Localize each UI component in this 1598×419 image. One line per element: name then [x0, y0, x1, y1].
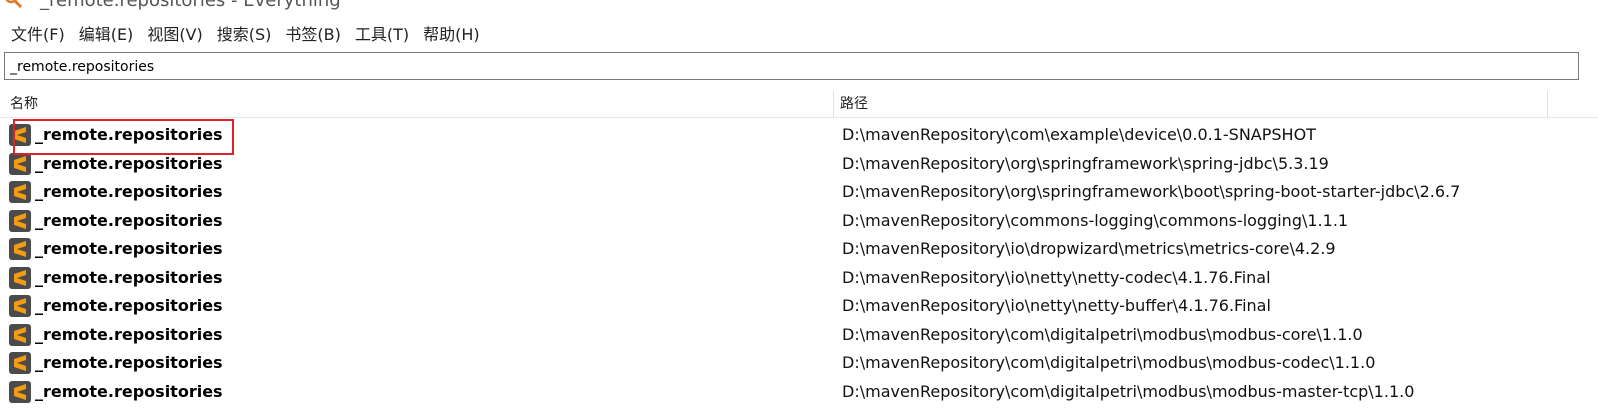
sublime-text-file-icon [9, 352, 31, 374]
result-row[interactable]: _remote.repositories D:\mavenRepository\… [0, 150, 1598, 179]
result-name: _remote.repositories [35, 210, 223, 230]
result-name: _remote.repositories [35, 182, 223, 201]
result-path: D:\mavenRepository\commons-logging\commo… [842, 210, 1349, 230]
sublime-text-file-icon [9, 152, 31, 175]
result-row[interactable]: _remote.repositories D:\mavenRepository\… [0, 378, 1598, 407]
result-path: D:\mavenRepository\org\springframework\b… [842, 182, 1461, 201]
result-name: _remote.repositories [35, 267, 223, 287]
column-header-path[interactable]: 路径 [840, 91, 868, 117]
result-name: _remote.repositories [35, 296, 223, 315]
result-name: _remote.repositories [35, 125, 223, 144]
result-path: D:\mavenRepository\io\netty\netty-buffer… [842, 296, 1271, 315]
sublime-text-file-icon [9, 266, 31, 289]
list-header: 名称 路径 [0, 91, 1598, 118]
result-row[interactable]: _remote.repositories D:\mavenRepository\… [0, 207, 1598, 236]
result-path: D:\mavenRepository\com\example\device\0.… [842, 125, 1316, 144]
menu-bookmarks[interactable]: 书签(B) [278, 19, 347, 47]
sublime-text-file-icon [9, 323, 31, 346]
column-divider[interactable] [1547, 91, 1548, 117]
menu-file[interactable]: 文件(F) [4, 19, 72, 47]
window-title: _remote.repositories - Everything [40, 0, 341, 11]
results-list: _remote.repositories D:\mavenRepository\… [0, 121, 1598, 406]
menu-search[interactable]: 搜索(S) [210, 19, 279, 47]
column-header-name[interactable]: 名称 [10, 91, 38, 117]
result-path: D:\mavenRepository\com\digitalpetri\modb… [842, 353, 1376, 372]
sublime-text-file-icon [9, 181, 31, 203]
sublime-text-file-icon [9, 380, 31, 403]
menu-bar: 文件(F) 编辑(E) 视图(V) 搜索(S) 书签(B) 工具(T) 帮助(H… [0, 18, 1598, 48]
result-name: _remote.repositories [35, 239, 223, 258]
magnifier-icon [5, 0, 22, 8]
result-row[interactable]: _remote.repositories D:\mavenRepository\… [0, 264, 1598, 293]
menu-tools[interactable]: 工具(T) [348, 19, 416, 47]
sublime-text-file-icon [9, 124, 31, 146]
result-row[interactable]: _remote.repositories D:\mavenRepository\… [0, 292, 1598, 321]
search-input[interactable] [5, 53, 1578, 79]
result-row[interactable]: _remote.repositories D:\mavenRepository\… [0, 235, 1598, 264]
result-name: _remote.repositories [35, 353, 223, 372]
sublime-text-file-icon [9, 295, 31, 317]
result-row[interactable]: _remote.repositories D:\mavenRepository\… [0, 321, 1598, 350]
menu-edit[interactable]: 编辑(E) [72, 19, 141, 47]
sublime-text-file-icon [9, 209, 31, 232]
result-row[interactable]: _remote.repositories D:\mavenRepository\… [0, 121, 1598, 150]
column-divider[interactable] [833, 91, 834, 117]
result-path: D:\mavenRepository\io\netty\netty-codec\… [842, 267, 1271, 287]
result-name: _remote.repositories [35, 381, 223, 401]
result-row[interactable]: _remote.repositories D:\mavenRepository\… [0, 178, 1598, 207]
result-name: _remote.repositories [35, 153, 223, 173]
result-path: D:\mavenRepository\io\dropwizard\metrics… [842, 239, 1336, 258]
result-path: D:\mavenRepository\com\digitalpetri\modb… [842, 324, 1363, 344]
sublime-text-file-icon [9, 238, 31, 260]
title-bar: _remote.repositories - Everything [0, 0, 1598, 14]
result-name: _remote.repositories [35, 324, 223, 344]
search-box [4, 52, 1579, 80]
result-path: D:\mavenRepository\org\springframework\s… [842, 153, 1329, 173]
menu-view[interactable]: 视图(V) [140, 19, 209, 47]
result-row[interactable]: _remote.repositories D:\mavenRepository\… [0, 349, 1598, 378]
menu-help[interactable]: 帮助(H) [416, 19, 487, 47]
result-path: D:\mavenRepository\com\digitalpetri\modb… [842, 381, 1415, 401]
